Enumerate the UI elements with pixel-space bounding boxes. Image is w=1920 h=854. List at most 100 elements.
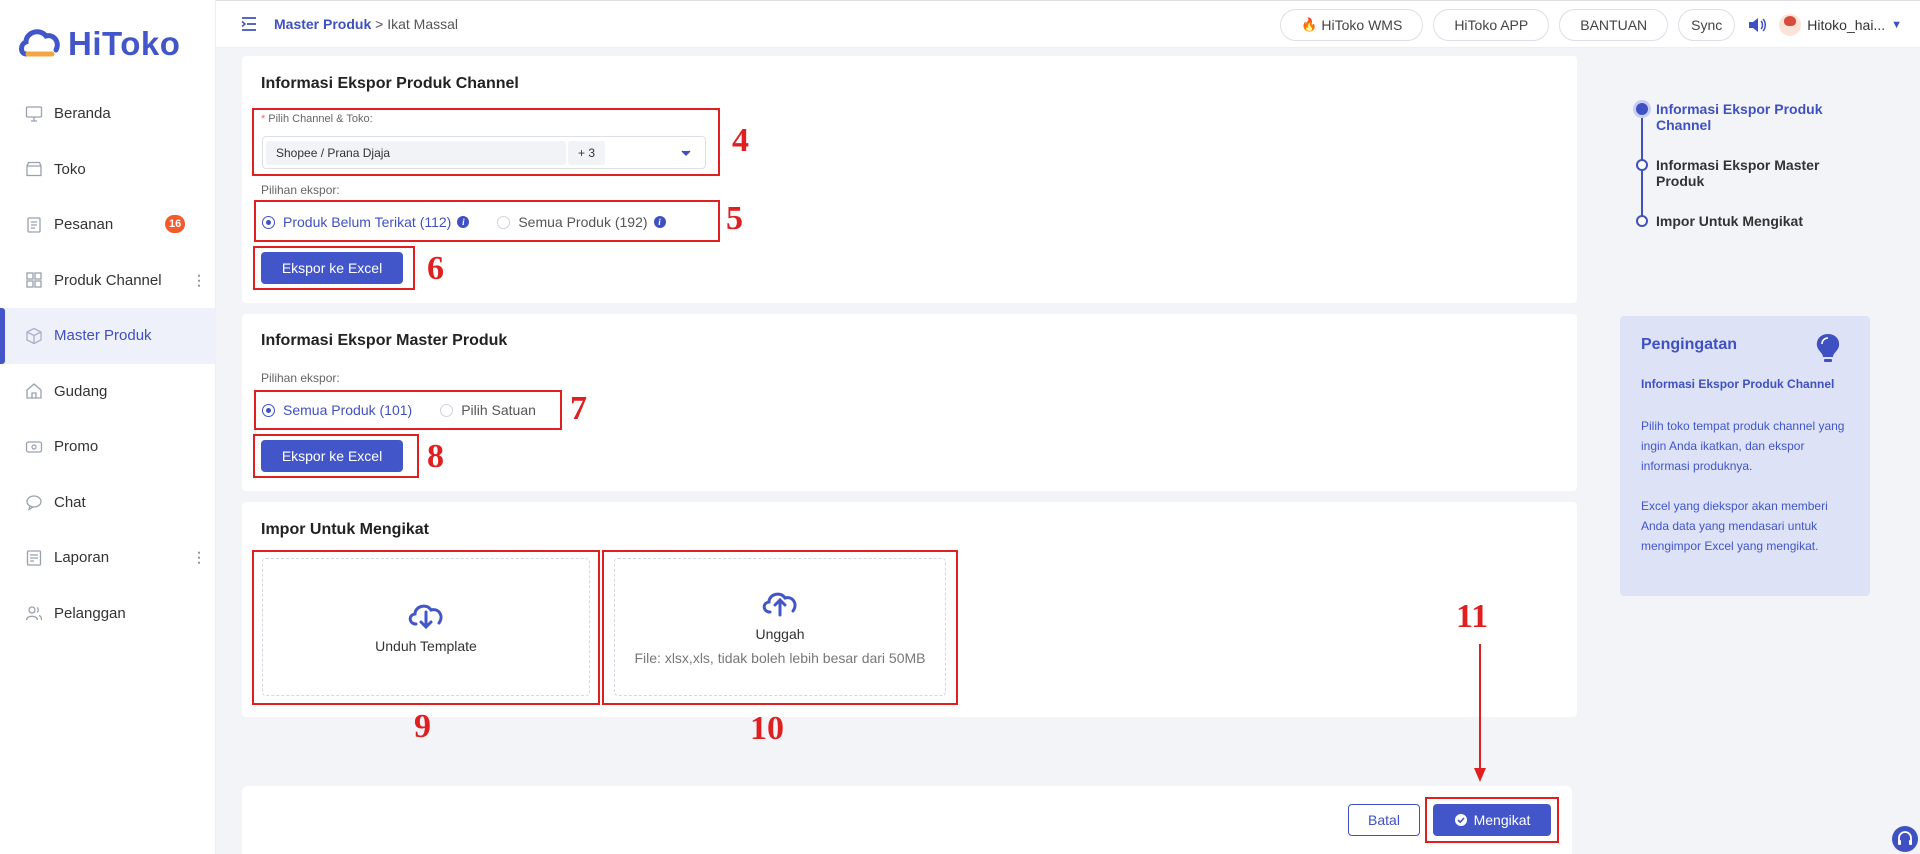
info-icon[interactable]: i <box>457 216 470 228</box>
hitoko-wms-button[interactable]: 🔥 HiToko WMS <box>1280 9 1424 41</box>
tips-title: Pengingatan <box>1641 336 1738 353</box>
top-bar: Master Produk > Ikat Massal 🔥 HiToko WMS… <box>216 0 1920 48</box>
sidebar-item-promo[interactable]: Promo <box>0 419 216 475</box>
master-export-options: Semua Produk (101) Pilih Satuan <box>262 402 564 418</box>
speaker-icon[interactable] <box>1745 13 1769 37</box>
radio-unbound-products[interactable]: Produk Belum Terikat (112) i <box>262 214 470 230</box>
cancel-button[interactable]: Batal <box>1348 804 1420 836</box>
user-menu[interactable]: Hitoko_hai... ▼ <box>1779 14 1902 36</box>
section-title: Informasi Ekspor Produk Channel <box>261 75 519 92</box>
breadcrumb-current: Ikat Massal <box>387 16 459 32</box>
sidebar-item-label: Promo <box>54 438 99 456</box>
hitoko-app-button[interactable]: HiToko APP <box>1433 9 1550 41</box>
tips-body: Pilih toko tempat produk channel yang in… <box>1641 416 1856 556</box>
more-icon[interactable]: ⋮ <box>192 530 206 586</box>
radio-label: Pilih Satuan <box>461 402 536 418</box>
sidebar-item-gudang[interactable]: Gudang <box>0 364 216 420</box>
required-mark: * <box>261 113 266 125</box>
export-option-label: Pilihan ekspor: <box>261 183 340 197</box>
upload-label: Unggah <box>755 626 805 642</box>
radio-label: Semua Produk (101) <box>283 402 413 418</box>
sidebar-item-pesanan[interactable]: Pesanan 16 <box>0 197 216 253</box>
radio-dot <box>262 403 275 417</box>
sidebar-item-laporan[interactable]: Laporan ⋮ <box>0 530 216 586</box>
sidebar-item-toko[interactable]: Toko <box>0 142 216 198</box>
export-option-label: Pilihan ekspor: <box>261 371 340 385</box>
annotation-number-5: 5 <box>726 200 743 237</box>
chevron-down-icon <box>679 146 693 160</box>
app-label: HiToko APP <box>1454 17 1529 33</box>
breadcrumb-parent[interactable]: Master Produk <box>274 16 371 32</box>
menu-toggle-icon[interactable] <box>240 15 258 33</box>
tips-panel: Pengingatan Informasi Ekspor Produk Chan… <box>1620 316 1870 596</box>
orders-icon <box>24 215 44 235</box>
bind-button[interactable]: Mengikat <box>1433 804 1551 836</box>
selected-tag: Shopee / Prana Djaja <box>266 141 566 165</box>
more-tag: + 3 <box>568 141 606 165</box>
radio-dot <box>440 403 454 417</box>
chat-icon <box>24 492 44 512</box>
warehouse-icon <box>24 381 44 401</box>
promo-icon <box>24 437 44 457</box>
upload-box[interactable]: Unggah File: xlsx,xls, tidak boleh lebih… <box>614 558 946 696</box>
user-name: Hitoko_hai... <box>1807 17 1886 33</box>
help-button[interactable]: BANTUAN <box>1559 9 1669 41</box>
avatar <box>1779 14 1802 36</box>
check-circle-icon <box>1454 814 1467 826</box>
sidebar-item-label: Gudang <box>54 382 108 400</box>
sidebar-item-label: Chat <box>54 493 86 511</box>
annotation-number-6: 6 <box>427 250 444 287</box>
radio-dot <box>497 215 511 229</box>
export-excel-button[interactable]: Ekspor ke Excel <box>261 440 403 472</box>
annotation-number-7: 7 <box>570 390 587 427</box>
sidebar-item-label: Master Produk <box>54 327 152 345</box>
step-3-label[interactable]: Impor Untuk Mengikat <box>1656 213 1856 229</box>
headset-icon[interactable] <box>1892 826 1918 852</box>
annotation-number-10: 10 <box>750 710 784 747</box>
cloud-upload-icon <box>762 592 797 617</box>
info-icon[interactable]: i <box>653 216 666 228</box>
channel-export-options: Produk Belum Terikat (112) i Semua Produ… <box>262 214 694 230</box>
tips-paragraph: Pilih toko tempat produk channel yang in… <box>1641 419 1845 473</box>
annotation-number-4: 4 <box>732 122 749 159</box>
sidebar-item-label: Produk Channel <box>54 271 162 289</box>
brand-logo[interactable]: HiToko <box>18 22 180 66</box>
report-icon <box>24 548 44 568</box>
section-title: Impor Untuk Mengikat <box>261 521 430 538</box>
channel-store-select[interactable]: Shopee / Prana Djaja + 3 <box>262 136 706 169</box>
radio-all-products[interactable]: Semua Produk (192) i <box>497 214 666 230</box>
sidebar-item-label: Pesanan <box>54 216 114 234</box>
flame-icon: 🔥 <box>1301 17 1318 32</box>
store-icon <box>24 159 44 179</box>
wms-label: HiToko WMS <box>1321 17 1403 33</box>
tips-paragraph: Excel yang diekspor akan memberi Anda da… <box>1641 499 1828 553</box>
sidebar-item-label: Pelanggan <box>54 604 126 622</box>
monitor-icon <box>24 104 44 124</box>
top-actions: 🔥 HiToko WMS HiToko APP BANTUAN Sync Hit… <box>1280 9 1902 41</box>
radio-pick-single[interactable]: Pilih Satuan <box>440 402 536 418</box>
radio-dot <box>262 215 275 229</box>
export-excel-button[interactable]: Ekspor ke Excel <box>261 252 403 284</box>
step-dot <box>1636 159 1648 171</box>
sidebar-item-master-produk[interactable]: Master Produk <box>0 308 216 364</box>
step-2-label[interactable]: Informasi Ekspor Master Produk <box>1656 157 1836 189</box>
annotation-number-9: 9 <box>414 708 431 745</box>
lightbulb-icon <box>1816 334 1840 362</box>
more-icon[interactable]: ⋮ <box>192 253 206 309</box>
users-icon <box>24 603 44 623</box>
sidebar-item-chat[interactable]: Chat <box>0 475 216 531</box>
step-1-label[interactable]: Informasi Ekspor Produk Channel <box>1656 101 1836 133</box>
radio-all-master-products[interactable]: Semua Produk (101) <box>262 402 412 418</box>
sidebar-item-beranda[interactable]: Beranda <box>0 86 216 142</box>
cloud-download-icon <box>408 604 443 630</box>
box-icon <box>24 326 44 346</box>
sidebar-item-label: Beranda <box>54 105 111 123</box>
sync-label: Sync <box>1691 17 1723 33</box>
channel-label-text: Pilih Channel & Toko: <box>268 113 373 125</box>
sidebar-item-produk-channel[interactable]: Produk Channel ⋮ <box>0 253 216 309</box>
sidebar-item-pelanggan[interactable]: Pelanggan <box>0 586 216 642</box>
sync-button[interactable]: Sync <box>1678 9 1736 41</box>
download-template-box[interactable]: Unduh Template <box>262 558 590 696</box>
step-dot-active <box>1636 103 1648 115</box>
chevron-down-icon: ▼ <box>1891 19 1902 31</box>
